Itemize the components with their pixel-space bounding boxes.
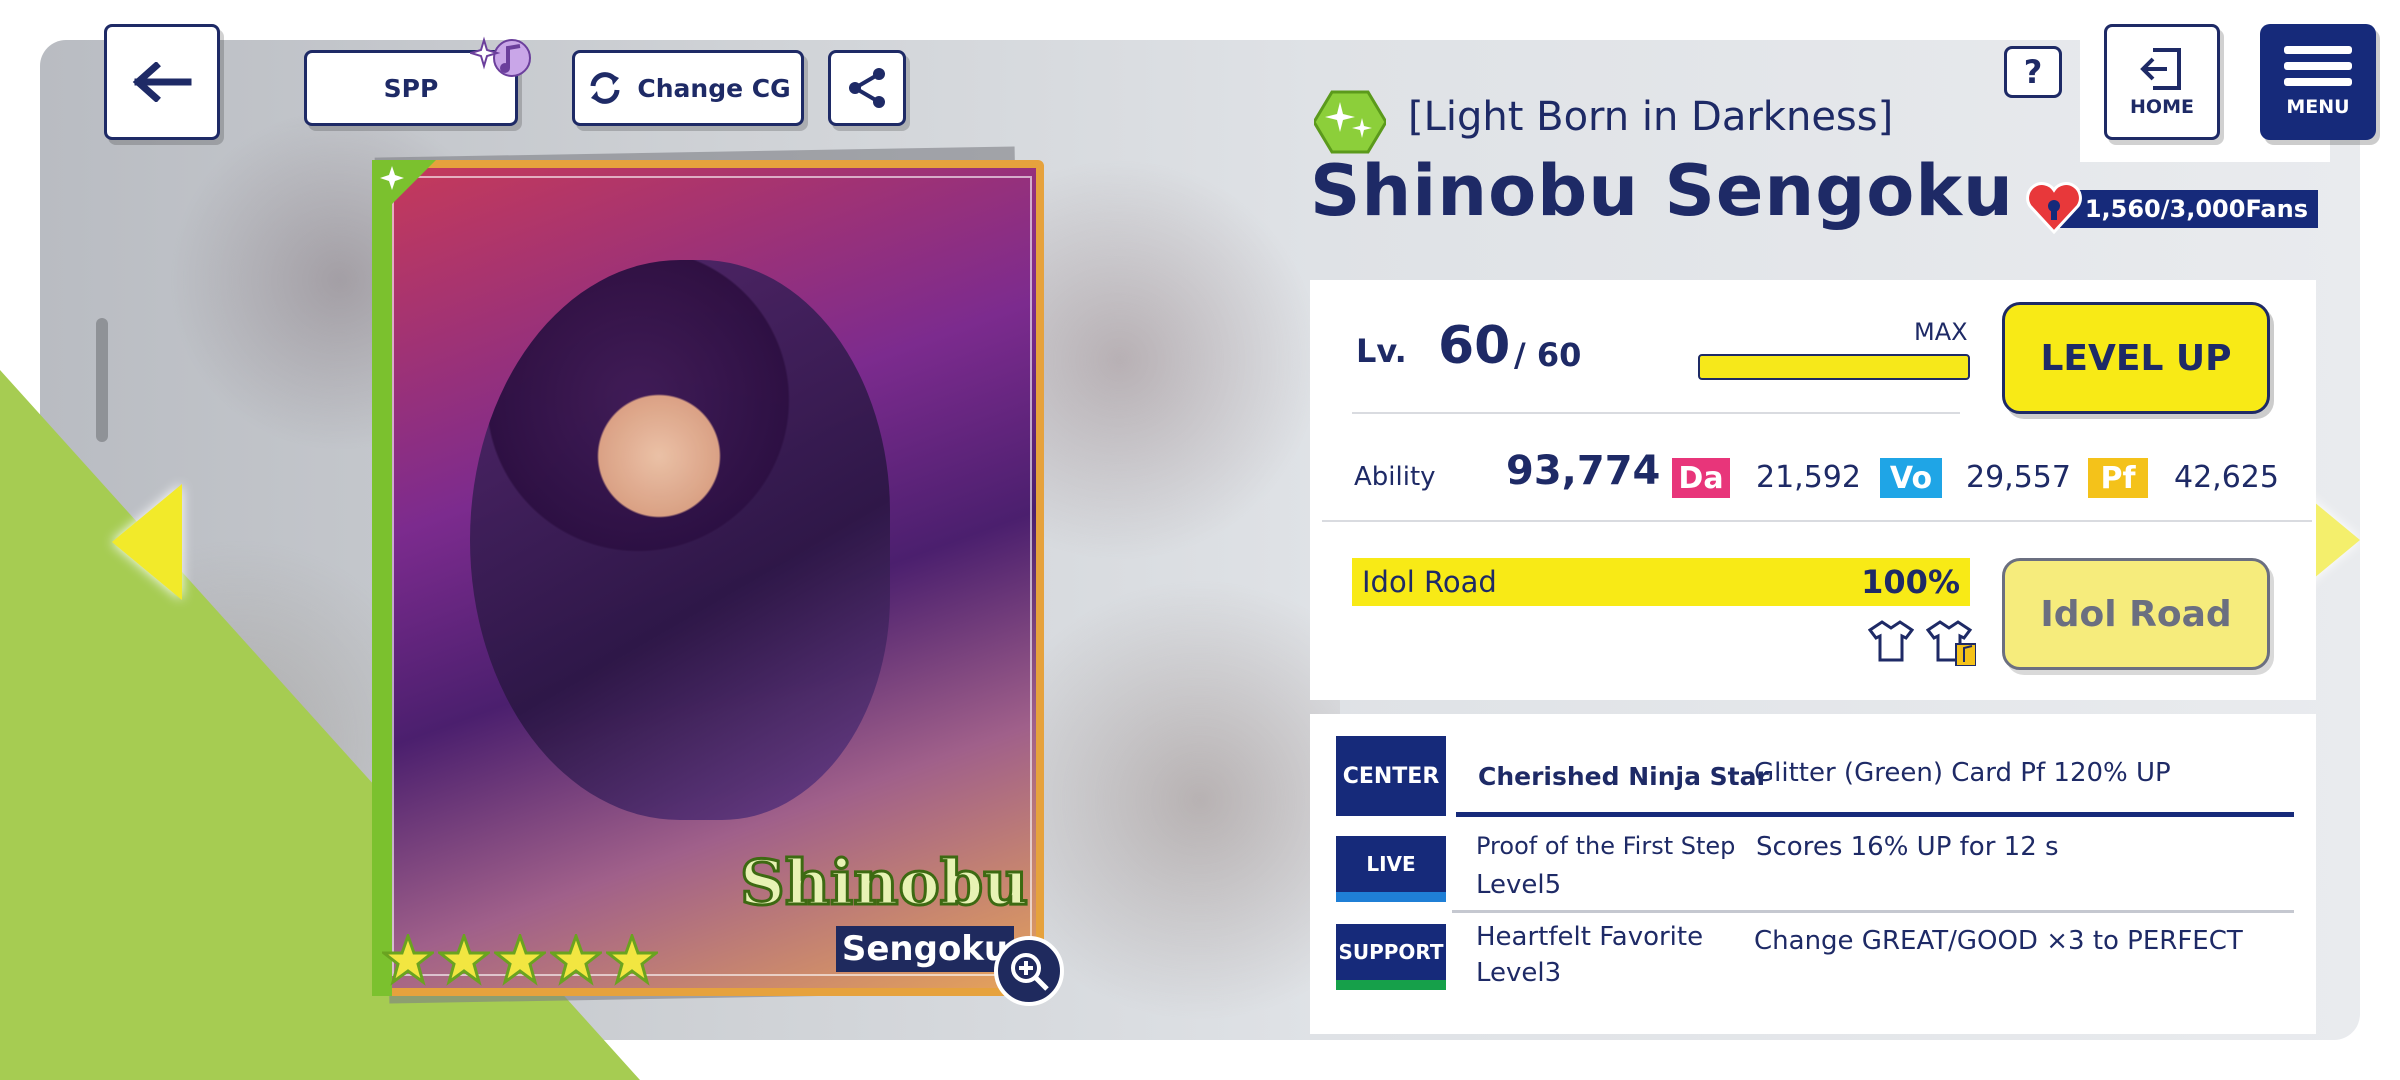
- divider: [1452, 910, 2294, 913]
- rarity-stars: [382, 934, 658, 986]
- support-skill-tag: SUPPORT: [1336, 924, 1446, 990]
- performance-value: 42,625: [2174, 460, 2279, 495]
- divider: [1322, 520, 2312, 522]
- center-skill-tag: CENTER: [1336, 736, 1446, 816]
- home-exit-icon: [2140, 48, 2181, 90]
- rarity-star-icon: [494, 934, 546, 986]
- idol-road-percent: 100%: [1861, 563, 1960, 601]
- fans-count: 1,560/3,000Fans: [2084, 195, 2308, 223]
- rarity-star-icon: [550, 934, 602, 986]
- live-skill-name: Proof of the First Step: [1476, 832, 1736, 860]
- idol-road-button[interactable]: Idol Road: [2002, 558, 2270, 670]
- spp-sparkle-note-icon: [470, 36, 531, 77]
- card-title: [Light Born in Darkness]: [1408, 94, 1894, 140]
- level-max: / 60: [1514, 336, 1582, 374]
- menu-icon-bar: [2284, 78, 2352, 86]
- support-skill-name: Heartfelt Favorite: [1476, 922, 1704, 952]
- character-name: Shinobu Sengoku: [1310, 150, 2014, 232]
- level-progress-bar: [1698, 354, 1970, 380]
- rarity-star-icon: [438, 934, 490, 986]
- center-skill-name: Cherished Ninja Star: [1478, 762, 1769, 791]
- idol-road-label: Idol Road: [1362, 565, 1497, 599]
- side-scroll-handle[interactable]: [96, 318, 108, 442]
- level-max-tag: MAX: [1914, 318, 1968, 346]
- help-button[interactable]: ?: [2004, 46, 2062, 98]
- level-up-button[interactable]: LEVEL UP: [2002, 302, 2270, 414]
- menu-label: MENU: [2286, 96, 2350, 118]
- level-up-label: LEVEL UP: [2040, 337, 2232, 379]
- card-attribute-edge: [372, 160, 392, 996]
- back-button[interactable]: [104, 24, 220, 140]
- card-name-last: Sengoku: [836, 926, 1014, 972]
- support-skill-desc: Change GREAT/GOOD ×3 to PERFECT: [1754, 926, 2243, 956]
- heart-lock-icon: [2026, 182, 2082, 234]
- support-skill-level: Level3: [1476, 958, 1562, 988]
- ability-total: 93,774: [1506, 448, 1661, 494]
- help-label: ?: [2023, 53, 2043, 91]
- card-attribute-icon: [376, 160, 436, 220]
- costume-music-icon: [1926, 620, 1976, 666]
- fans-badge: 1,560/3,000Fans: [2060, 190, 2318, 228]
- menu-icon-bar: [2284, 62, 2352, 70]
- previous-card-arrow[interactable]: [112, 484, 182, 600]
- spp-label: SPP: [383, 73, 439, 103]
- change-cg-label: Change CG: [637, 73, 791, 103]
- menu-icon-bar: [2284, 46, 2352, 54]
- center-skill-desc: Glitter (Green) Card Pf 120% UP: [1754, 758, 2171, 788]
- rarity-star-icon: [606, 934, 658, 986]
- dance-tag: Da: [1672, 458, 1730, 498]
- ability-label: Ability: [1354, 462, 1436, 492]
- zoom-button[interactable]: [994, 936, 1064, 1006]
- share-button[interactable]: [828, 50, 906, 126]
- change-cg-button[interactable]: Change CG: [572, 50, 804, 126]
- performance-tag: Pf: [2088, 458, 2148, 498]
- menu-button[interactable]: MENU: [2260, 24, 2376, 140]
- vocal-value: 29,557: [1966, 460, 2071, 495]
- home-button[interactable]: HOME: [2104, 24, 2220, 140]
- zoom-in-icon: [1011, 953, 1049, 991]
- divider: [1456, 812, 2294, 817]
- back-arrow-icon: [132, 62, 192, 102]
- costume-icon: [1868, 620, 1914, 662]
- share-icon: [849, 68, 885, 108]
- glitter-attribute-icon: [1314, 90, 1386, 154]
- idol-road-progress: Idol Road 100%: [1352, 558, 1970, 606]
- vocal-tag: Vo: [1880, 458, 1942, 498]
- divider: [1352, 412, 1960, 414]
- refresh-icon: [590, 72, 620, 104]
- level-value: 60: [1438, 316, 1511, 376]
- home-label: HOME: [2130, 96, 2194, 118]
- live-skill-tag: LIVE: [1336, 836, 1446, 902]
- live-skill-desc: Scores 16% UP for 12 s: [1756, 832, 2059, 862]
- dance-value: 21,592: [1756, 460, 1861, 495]
- level-label: Lv.: [1356, 332, 1407, 370]
- rarity-star-icon: [382, 934, 434, 986]
- card-name-first: Shinobu: [738, 845, 1029, 921]
- idol-road-button-label: Idol Road: [2040, 593, 2232, 635]
- live-skill-level: Level5: [1476, 870, 1562, 900]
